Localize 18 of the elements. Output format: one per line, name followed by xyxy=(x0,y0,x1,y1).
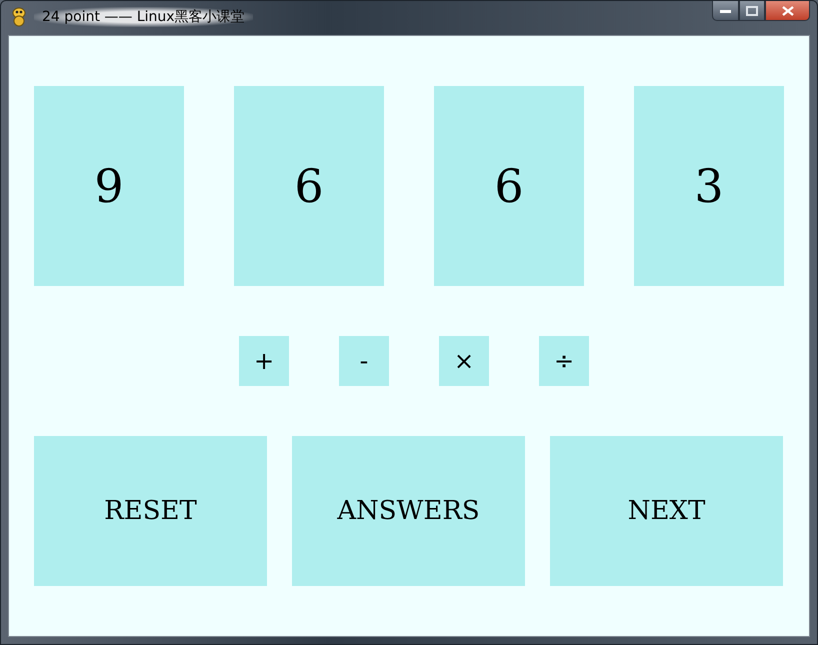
number-card[interactable]: 3 xyxy=(634,86,784,286)
close-button[interactable] xyxy=(765,1,810,21)
number-card[interactable]: 6 xyxy=(434,86,584,286)
operator-button[interactable]: ÷ xyxy=(539,336,589,386)
action-button[interactable]: ANSWERS xyxy=(292,436,525,586)
close-icon xyxy=(782,6,794,16)
maximize-icon xyxy=(746,6,758,16)
action-button[interactable]: NEXT xyxy=(550,436,783,586)
minimize-icon xyxy=(720,8,731,12)
operator-button[interactable]: + xyxy=(239,336,289,386)
number-card[interactable]: 6 xyxy=(234,86,384,286)
minimize-button[interactable] xyxy=(712,1,739,21)
operator-button[interactable]: - xyxy=(339,336,389,386)
window-title: 24 point —— Linux黑客小课堂 xyxy=(34,7,253,27)
operator-button[interactable]: × xyxy=(439,336,489,386)
number-card[interactable]: 9 xyxy=(34,86,184,286)
action-button[interactable]: RESET xyxy=(34,436,267,586)
maximize-button[interactable] xyxy=(739,1,765,21)
